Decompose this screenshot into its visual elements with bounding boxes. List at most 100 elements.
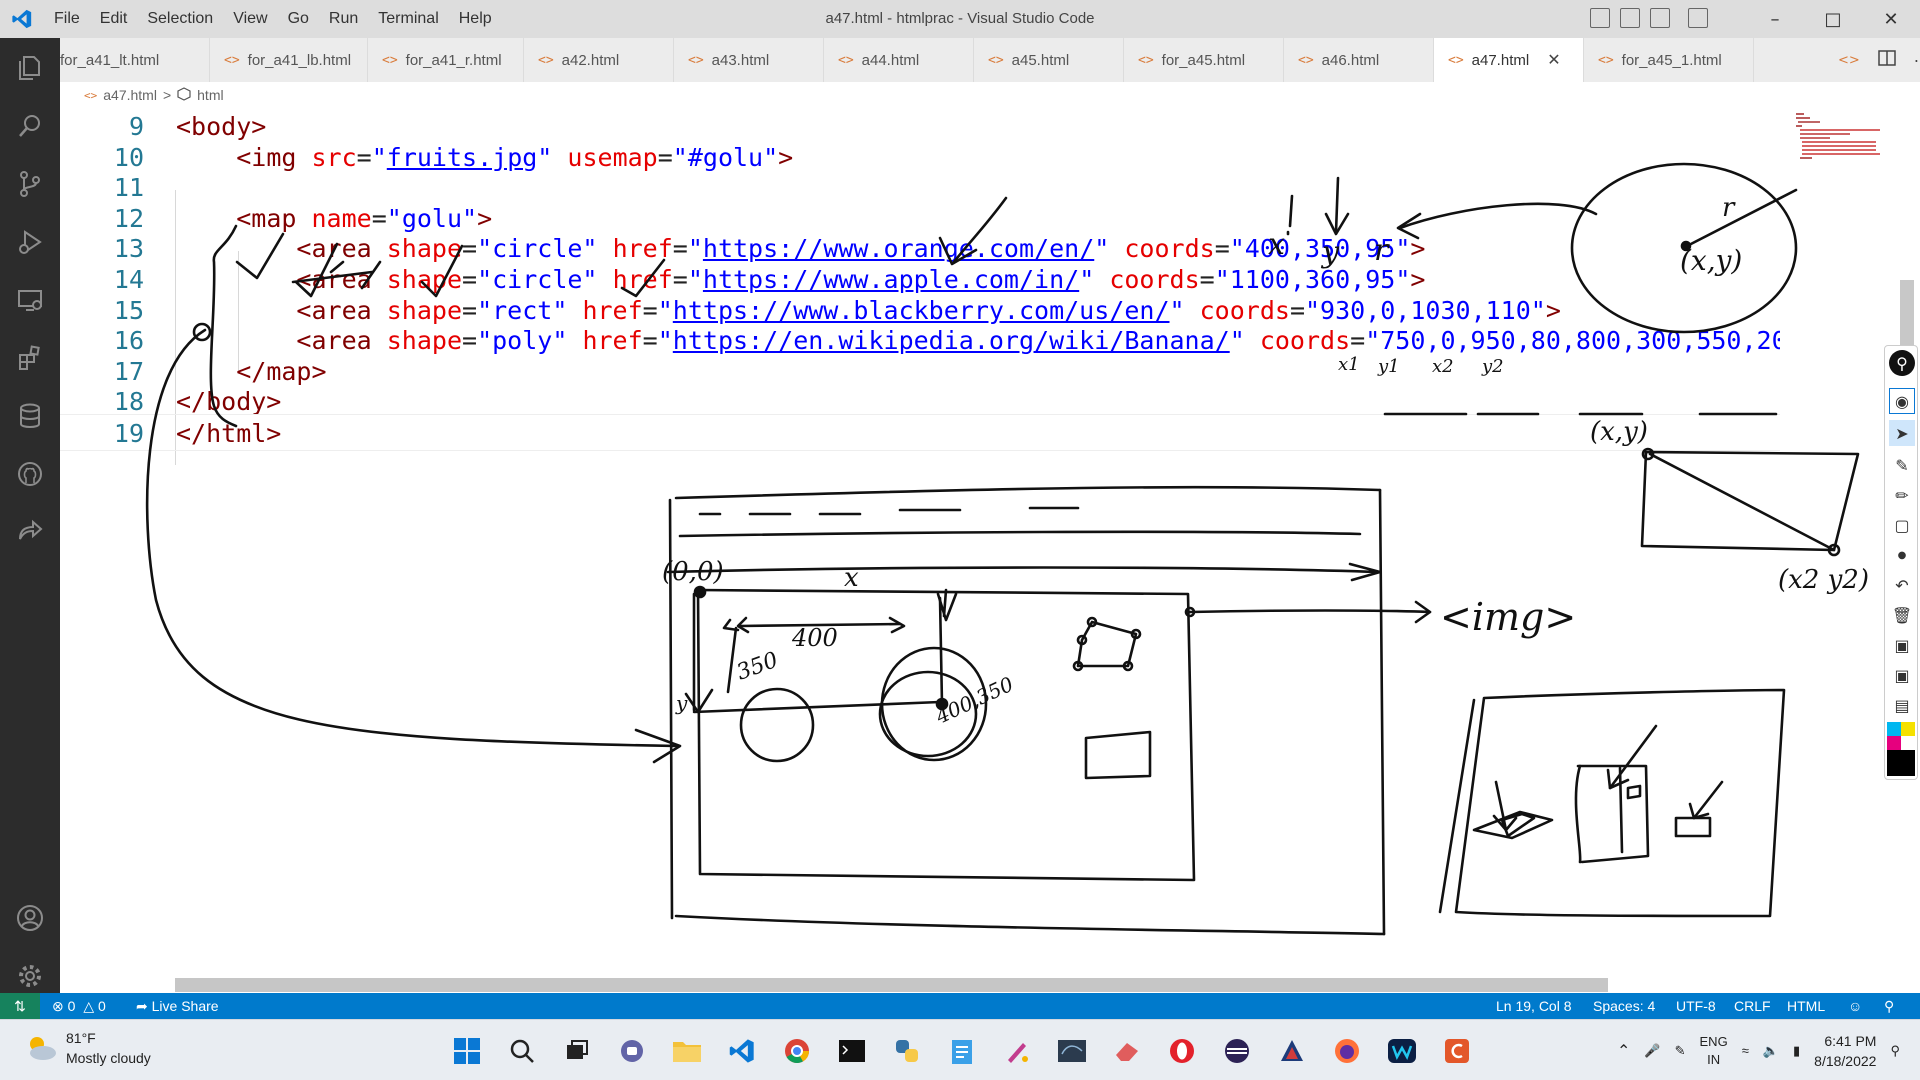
tab-a45[interactable]: <> a45.html xyxy=(974,38,1124,82)
menu-help[interactable]: Help xyxy=(449,0,502,38)
menu-run[interactable]: Run xyxy=(319,0,368,38)
problems-indicator[interactable]: ⊗ 0 △ 0 xyxy=(52,993,106,1019)
chevron-up-icon[interactable]: ⌃ xyxy=(1617,1041,1630,1061)
customize-layout-icon[interactable] xyxy=(1688,8,1708,28)
notifications-bell-icon[interactable]: ⚲ xyxy=(1884,993,1894,1019)
tab-a44[interactable]: <> a44.html xyxy=(824,38,974,82)
python-icon[interactable] xyxy=(886,1030,928,1072)
eye-icon[interactable]: ◉ xyxy=(1889,388,1915,414)
breadcrumb-file[interactable]: a47.html xyxy=(103,87,157,103)
firefox-icon[interactable] xyxy=(1326,1030,1368,1072)
minimap[interactable] xyxy=(1780,108,1900,978)
volume-icon[interactable]: 🔈 xyxy=(1763,1043,1779,1059)
source-control-icon[interactable] xyxy=(12,166,48,202)
run-debug-icon[interactable] xyxy=(12,224,48,260)
extensions-icon[interactable] xyxy=(12,340,48,376)
eclipse-icon[interactable] xyxy=(1216,1030,1258,1072)
camera-icon[interactable]: ▣ xyxy=(1889,662,1915,688)
code-line[interactable]: 19 </html> xyxy=(60,414,1780,451)
split-editor-icon[interactable] xyxy=(1878,49,1896,71)
breadcrumb-node[interactable]: html xyxy=(197,87,223,103)
tab-for-a41-lb[interactable]: <> for_a41_lb.html xyxy=(210,38,368,82)
search-taskbar-icon[interactable] xyxy=(501,1030,543,1072)
webex-icon[interactable] xyxy=(1381,1030,1423,1072)
live-share-icon[interactable] xyxy=(12,514,48,550)
toggle-sidebar-icon[interactable] xyxy=(1590,8,1610,28)
code-editor[interactable]: 9 <body> 10 <img src="fruits.jpg" usemap="… xyxy=(60,108,1780,978)
color-black[interactable] xyxy=(1887,750,1915,776)
tab-a42[interactable]: <> a42.html xyxy=(524,38,674,82)
tab-a46[interactable]: <> a46.html xyxy=(1284,38,1434,82)
tab-for-a41-lt[interactable]: for_a41_lt.html xyxy=(60,38,210,82)
tab-for-a45[interactable]: <> for_a45.html xyxy=(1124,38,1284,82)
terminal-icon[interactable] xyxy=(831,1030,873,1072)
menu-file[interactable]: File xyxy=(44,0,90,38)
live-share-button[interactable]: ➦ Live Share xyxy=(136,993,219,1019)
pen-icon[interactable]: ✏ xyxy=(1889,482,1915,508)
task-view-icon[interactable] xyxy=(556,1030,598,1072)
start-windows-icon[interactable] xyxy=(446,1030,488,1072)
menu-view[interactable]: View xyxy=(223,0,277,38)
tab-for-a45-1[interactable]: <> for_a45_1.html xyxy=(1584,38,1754,82)
database-icon[interactable] xyxy=(12,398,48,434)
toggle-panel-icon[interactable] xyxy=(1620,8,1640,28)
mysql-icon[interactable] xyxy=(1051,1030,1093,1072)
minimize-icon[interactable]: – xyxy=(1746,0,1804,38)
close-window-icon[interactable]: ✕ xyxy=(1862,0,1920,38)
color-magenta[interactable] xyxy=(1887,736,1901,750)
color-yellow[interactable] xyxy=(1901,722,1915,736)
notification-center-icon[interactable]: ⚲ xyxy=(1890,1043,1900,1059)
accounts-icon[interactable] xyxy=(12,900,48,936)
remote-indicator-icon[interactable]: ⇅ xyxy=(0,993,40,1019)
search-icon[interactable] xyxy=(12,108,48,144)
snip-tool-icon[interactable] xyxy=(1271,1030,1313,1072)
line-ending[interactable]: CRLF xyxy=(1734,993,1771,1019)
feedback-icon[interactable]: ☺ xyxy=(1848,993,1862,1019)
cursor-icon[interactable]: ➤ xyxy=(1889,420,1915,446)
close-tab-icon[interactable]: ✕ xyxy=(1547,50,1560,70)
file-explorer-icon[interactable] xyxy=(666,1030,708,1072)
notepad-icon[interactable] xyxy=(941,1030,983,1072)
toggle-secondary-sidebar-icon[interactable] xyxy=(1650,8,1670,28)
weather-widget[interactable]: 81°F Mostly cloudy xyxy=(24,1028,151,1068)
cursor-position[interactable]: Ln 19, Col 8 xyxy=(1496,993,1572,1019)
more-actions-icon[interactable]: ⋯ xyxy=(1914,51,1920,70)
color-cyan[interactable] xyxy=(1887,722,1901,736)
menu-selection[interactable]: Selection xyxy=(137,0,223,38)
pen-app-icon[interactable]: ⚲ xyxy=(1889,350,1915,376)
tab-for-a41-r[interactable]: <> for_a41_r.html xyxy=(368,38,524,82)
battery-icon[interactable]: ▮ xyxy=(1793,1043,1800,1059)
clock[interactable]: 6:41 PM 8/18/2022 xyxy=(1814,1031,1876,1071)
trash-icon[interactable]: 🗑 xyxy=(1889,602,1915,628)
menu-edit[interactable]: Edit xyxy=(90,0,138,38)
language-mode[interactable]: HTML xyxy=(1787,993,1825,1019)
github-icon[interactable] xyxy=(12,456,48,492)
color-white[interactable] xyxy=(1901,736,1915,750)
pen-menu-icon[interactable]: ✎ xyxy=(1675,1043,1686,1059)
eraser-app-icon[interactable] xyxy=(1106,1030,1148,1072)
input-language[interactable]: ENG IN xyxy=(1700,1033,1728,1069)
indentation[interactable]: Spaces: 4 xyxy=(1593,993,1655,1019)
paint-pen-icon[interactable] xyxy=(996,1030,1038,1072)
board-icon[interactable]: ▣ xyxy=(1889,632,1915,658)
vscode-taskbar-icon[interactable] xyxy=(721,1030,763,1072)
encoding[interactable]: UTF-8 xyxy=(1676,993,1716,1019)
maximize-icon[interactable]: □ xyxy=(1804,0,1862,38)
opera-icon[interactable] xyxy=(1161,1030,1203,1072)
recorder-icon[interactable] xyxy=(1436,1030,1478,1072)
highlighter-icon[interactable]: ✎ xyxy=(1889,452,1915,478)
wifi-icon[interactable]: ≈ xyxy=(1742,1043,1749,1058)
notes-icon[interactable]: ▤ xyxy=(1889,692,1915,718)
horizontal-scrollbar[interactable] xyxy=(175,978,1608,992)
remote-explorer-icon[interactable] xyxy=(12,282,48,318)
eraser-icon[interactable]: ▢ xyxy=(1889,512,1915,538)
settings-gear-icon[interactable] xyxy=(12,958,48,994)
undo-icon[interactable]: ↶ xyxy=(1889,572,1915,598)
menu-terminal[interactable]: Terminal xyxy=(368,0,448,38)
teams-chat-icon[interactable] xyxy=(611,1030,653,1072)
tab-a43[interactable]: <> a43.html xyxy=(674,38,824,82)
chrome-icon[interactable] xyxy=(776,1030,818,1072)
dot-icon[interactable]: ● xyxy=(1889,542,1915,568)
explorer-icon[interactable] xyxy=(12,50,48,86)
tab-a47[interactable]: <> a47.html ✕ xyxy=(1434,38,1584,82)
